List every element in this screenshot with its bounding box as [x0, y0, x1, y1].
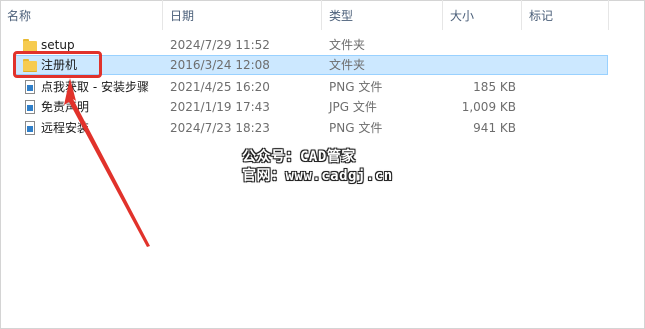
watermark-line-2: 官网：www.cadgj.cn — [242, 168, 393, 184]
watermark-line-1: 公众号：CAD管家 — [242, 149, 356, 165]
